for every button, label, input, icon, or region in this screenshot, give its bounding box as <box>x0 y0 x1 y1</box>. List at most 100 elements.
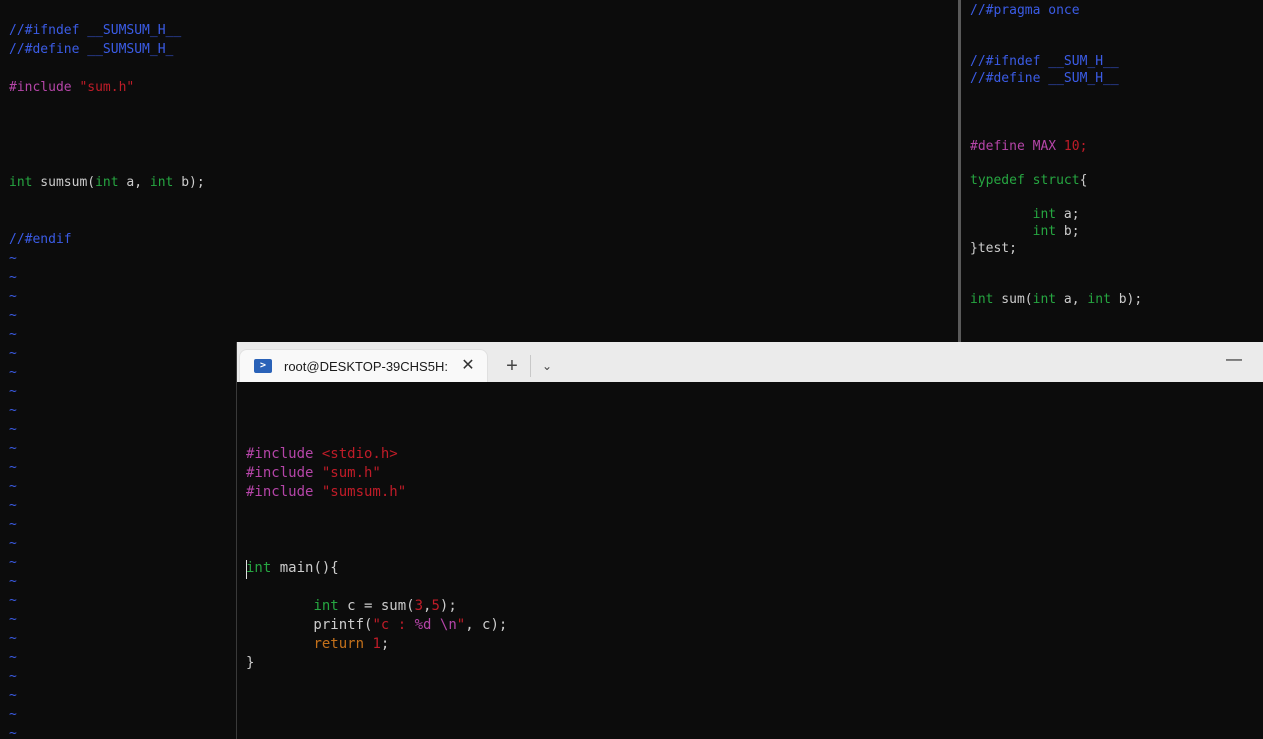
empty-line-tilde: ~ <box>9 308 17 323</box>
code-token: int <box>1032 292 1057 307</box>
code-token: //#define __SUM_H__ <box>970 71 1119 86</box>
empty-line-tilde: ~ <box>9 631 17 646</box>
code-token: " <box>456 617 466 633</box>
code-line: printf("c : %d \n", c); <box>246 616 507 635</box>
code-token: a; <box>1056 207 1080 222</box>
empty-line-tilde: ~ <box>9 460 17 475</box>
code-token: main(){ <box>271 560 339 576</box>
code-token: //#ifndef __SUMSUM_H__ <box>9 23 182 38</box>
code-line: } <box>246 654 254 673</box>
code-token: %d <box>414 617 432 633</box>
code-token: , c); <box>465 617 508 633</box>
code-token: int <box>9 175 33 190</box>
code-token: sumsum( <box>32 175 96 190</box>
empty-line-tilde: ~ <box>9 327 17 342</box>
code-token: #include <box>9 80 80 95</box>
code-token: "sumsum.h" <box>321 484 407 500</box>
code-token: "c : <box>372 617 415 633</box>
code-line: #include "sumsum.h" <box>246 483 406 502</box>
code-token: ); <box>439 598 457 614</box>
code-token: } <box>246 655 255 671</box>
code-token: 10; <box>1063 139 1088 154</box>
profile-dropdown-button[interactable]: ⌄ <box>537 355 557 377</box>
code-token: int <box>95 175 119 190</box>
powershell-icon: > <box>254 359 272 373</box>
code-line: return 1; <box>246 635 389 654</box>
code-line: int sum(int a, int b); <box>970 291 1142 308</box>
empty-line-tilde: ~ <box>9 726 17 739</box>
code-token: "sum.h" <box>321 465 381 481</box>
code-token: //#endif <box>9 232 72 247</box>
empty-line-tilde: ~ <box>9 688 17 703</box>
terminal-content[interactable]: #include <stdio.h> #include "sum.h" #inclu… <box>237 382 1263 739</box>
vim-pane-sum-h[interactable]: //#pragma once //#ifndef __SUM_H__ //#defi… <box>961 0 1263 342</box>
code-token: int <box>970 292 994 307</box>
code-token: int <box>1032 224 1057 239</box>
code-token: a, <box>1056 292 1088 307</box>
code-line: int c = sum(3,5); <box>246 597 457 616</box>
code-token: int <box>313 598 339 614</box>
code-line: #include <stdio.h> <box>246 445 398 464</box>
code-token: \n <box>439 617 457 633</box>
code-token: ; <box>380 636 390 652</box>
code-token: #include <box>246 446 322 462</box>
terminal-tab[interactable]: > root@DESKTOP-39CHS5H: /p ✕ <box>240 350 487 382</box>
empty-line-tilde: ~ <box>9 650 17 665</box>
code-line: //#define __SUMSUM_H_ <box>9 41 173 58</box>
code-line: //#pragma once <box>970 2 1080 19</box>
code-line: #include "sum.h" <box>9 79 134 96</box>
code-token: struct <box>1032 173 1080 188</box>
empty-line-tilde: ~ <box>9 384 17 399</box>
code-token: b); <box>173 175 205 190</box>
code-line: //#ifndef __SUMSUM_H__ <box>9 22 181 39</box>
minimize-button[interactable]: — <box>1219 350 1249 370</box>
code-line: }test; <box>970 240 1017 257</box>
tab-title: root@DESKTOP-39CHS5H: /p <box>284 359 450 374</box>
code-token: "sum.h" <box>79 80 135 95</box>
code-token: sum( <box>993 292 1033 307</box>
code-token: typedef <box>970 173 1025 188</box>
code-line: //#ifndef __SUM_H__ <box>970 53 1119 70</box>
code-line: #include "sum.h" <box>246 464 381 483</box>
code-token: printf( <box>246 617 373 633</box>
tab-separator <box>530 355 531 377</box>
empty-line-tilde: ~ <box>9 422 17 437</box>
code-token: int <box>1032 207 1057 222</box>
code-line: typedef struct{ <box>970 172 1087 189</box>
code-line: #define MAX 10; <box>970 138 1087 155</box>
code-token: #define MAX <box>970 139 1064 154</box>
code-token: 1 <box>372 636 381 652</box>
code-token: }test; <box>970 241 1017 256</box>
new-tab-button[interactable]: + <box>501 355 523 377</box>
code-token: 5 <box>431 598 440 614</box>
terminal-window[interactable]: > root@DESKTOP-39CHS5H: /p ✕ + ⌄ — #incl… <box>236 342 1263 739</box>
tab-bar: > root@DESKTOP-39CHS5H: /p ✕ + ⌄ — <box>237 342 1263 382</box>
code-token: int <box>1087 292 1111 307</box>
empty-line-tilde: ~ <box>9 479 17 494</box>
empty-line-tilde: ~ <box>9 555 17 570</box>
empty-line-tilde: ~ <box>9 536 17 551</box>
close-tab-button[interactable]: ✕ <box>458 356 478 376</box>
code-token: //#pragma once <box>970 3 1080 18</box>
code-token: <stdio.h> <box>321 446 398 462</box>
empty-line-tilde: ~ <box>9 517 17 532</box>
code-token: b); <box>1110 292 1143 307</box>
code-token: c = sum( <box>338 598 415 614</box>
code-token: int <box>149 175 174 190</box>
empty-line-tilde: ~ <box>9 403 17 418</box>
code-token: //#ifndef __SUM_H__ <box>970 54 1119 69</box>
code-line: int b; <box>970 223 1080 240</box>
empty-line-tilde: ~ <box>9 707 17 722</box>
empty-line-tilde: ~ <box>9 441 17 456</box>
code-token: b; <box>1056 224 1080 239</box>
code-line: int sumsum(int a, int b); <box>9 174 205 191</box>
code-token: a, <box>118 175 150 190</box>
code-token: #include <box>246 465 322 481</box>
empty-line-tilde: ~ <box>9 593 17 608</box>
